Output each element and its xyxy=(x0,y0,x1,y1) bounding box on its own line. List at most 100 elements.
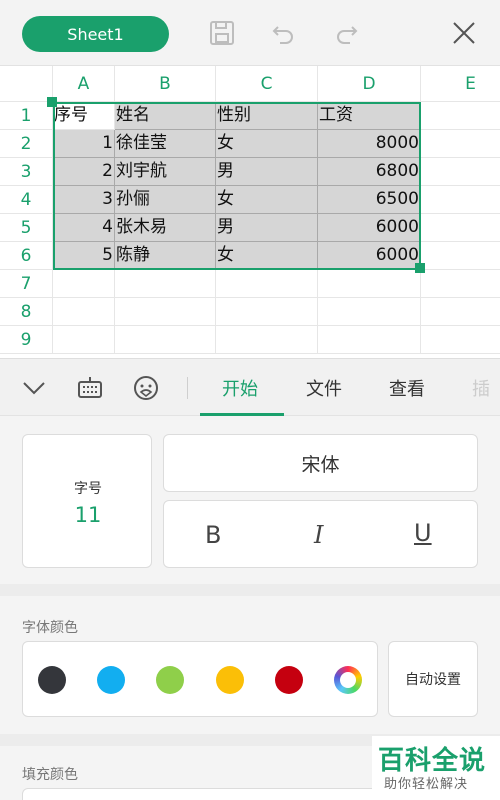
row-header[interactable]: 7 xyxy=(0,270,53,298)
cell-e7[interactable] xyxy=(421,270,500,298)
text-style-card: B I U xyxy=(163,500,478,568)
cell-d1[interactable]: 工资 xyxy=(318,102,421,130)
watermark-logo: 百科全说 助你轻松解决 xyxy=(372,736,500,800)
row-header[interactable]: 4 xyxy=(0,186,53,214)
cell-d2[interactable]: 8000 xyxy=(318,130,421,158)
row-header[interactable]: 1 xyxy=(0,102,53,130)
cell-a9[interactable] xyxy=(53,326,115,354)
auto-color-button[interactable]: 自动设置 xyxy=(388,641,478,717)
cell-c8[interactable] xyxy=(216,298,318,326)
font-color-title: 字体颜色 xyxy=(22,620,78,636)
undo-icon[interactable] xyxy=(268,17,300,49)
cell-b2[interactable]: 徐佳莹 xyxy=(115,130,216,158)
row-header[interactable]: 5 xyxy=(0,214,53,242)
color-swatch-green[interactable] xyxy=(156,666,184,694)
cell-d9[interactable] xyxy=(318,326,421,354)
column-header[interactable]: A xyxy=(53,66,115,102)
row-header[interactable]: 9 xyxy=(0,326,53,354)
top-bar: Sheet1 xyxy=(0,0,500,66)
collapse-chevron-icon[interactable] xyxy=(19,373,49,403)
cell-a8[interactable] xyxy=(53,298,115,326)
watermark-subtitle: 助你轻松解决 xyxy=(384,777,469,792)
column-header[interactable]: B xyxy=(115,66,216,102)
column-header[interactable]: D xyxy=(318,66,421,102)
save-icon[interactable] xyxy=(206,17,238,49)
color-swatch-yellow[interactable] xyxy=(216,666,244,694)
cell-e4[interactable] xyxy=(421,186,500,214)
cell-e2[interactable] xyxy=(421,130,500,158)
cell-c5[interactable]: 男 xyxy=(216,214,318,242)
column-header[interactable]: E xyxy=(421,66,500,102)
row-header[interactable]: 8 xyxy=(0,298,53,326)
font-size-value: 11 xyxy=(74,503,102,527)
cell-b6[interactable]: 陈静 xyxy=(115,242,216,270)
tab-file[interactable]: 文件 xyxy=(306,375,342,401)
cell-a2[interactable]: 1 xyxy=(53,130,115,158)
row-header[interactable]: 2 xyxy=(0,130,53,158)
cell-d4[interactable]: 6500 xyxy=(318,186,421,214)
bold-button[interactable]: B xyxy=(205,521,221,549)
auto-color-label: 自动设置 xyxy=(405,672,461,688)
cell-e3[interactable] xyxy=(421,158,500,186)
color-swatch-blue[interactable] xyxy=(97,666,125,694)
row-header[interactable]: 6 xyxy=(0,242,53,270)
italic-button[interactable]: I xyxy=(314,521,323,549)
tab-view[interactable]: 查看 xyxy=(389,375,425,401)
cell-d3[interactable]: 6800 xyxy=(318,158,421,186)
cell-a4[interactable]: 3 xyxy=(53,186,115,214)
cell-b3[interactable]: 刘宇航 xyxy=(115,158,216,186)
cell-b7[interactable] xyxy=(115,270,216,298)
cell-b8[interactable] xyxy=(115,298,216,326)
cell-b9[interactable] xyxy=(115,326,216,354)
font-color-card xyxy=(22,641,378,717)
cell-a3[interactable]: 2 xyxy=(53,158,115,186)
keyboard-icon[interactable] xyxy=(75,373,105,403)
cell-e8[interactable] xyxy=(421,298,500,326)
corner-cell[interactable] xyxy=(0,66,53,102)
emoji-icon[interactable] xyxy=(131,373,161,403)
cell-d5[interactable]: 6000 xyxy=(318,214,421,242)
cell-b1[interactable]: 姓名 xyxy=(115,102,216,130)
cell-a6[interactable]: 5 xyxy=(53,242,115,270)
cell-b4[interactable]: 孙俪 xyxy=(115,186,216,214)
section-separator xyxy=(0,584,500,596)
underline-button[interactable]: U xyxy=(414,519,432,547)
row-header[interactable]: 3 xyxy=(0,158,53,186)
sheet-name-button[interactable]: Sheet1 xyxy=(22,16,169,52)
cell-c2[interactable]: 女 xyxy=(216,130,318,158)
selection-handle-bottom-right[interactable] xyxy=(415,263,425,273)
font-name-selector[interactable]: 宋体 xyxy=(163,434,478,492)
cell-a5[interactable]: 4 xyxy=(53,214,115,242)
cell-a1[interactable]: 序号 xyxy=(53,102,115,130)
cell-e6[interactable] xyxy=(421,242,500,270)
cell-d6[interactable]: 6000 xyxy=(318,242,421,270)
cell-a7[interactable] xyxy=(53,270,115,298)
cell-d7[interactable] xyxy=(318,270,421,298)
cell-c6[interactable]: 女 xyxy=(216,242,318,270)
cell-e1[interactable] xyxy=(421,102,500,130)
color-swatch-red[interactable] xyxy=(275,666,303,694)
cell-e9[interactable] xyxy=(421,326,500,354)
redo-icon[interactable] xyxy=(330,17,362,49)
cell-c3[interactable]: 男 xyxy=(216,158,318,186)
cell-d8[interactable] xyxy=(318,298,421,326)
column-header[interactable]: C xyxy=(216,66,318,102)
color-swatch-black[interactable] xyxy=(38,666,66,694)
spreadsheet-grid[interactable]: A B C D E 1 2 3 4 5 6 7 8 9 序号 姓名 性别 工资 … xyxy=(0,66,500,358)
cell-c4[interactable]: 女 xyxy=(216,186,318,214)
font-name-label: 宋体 xyxy=(301,453,340,476)
tab-start[interactable]: 开始 xyxy=(222,375,258,401)
font-size-card[interactable]: 字号 11 xyxy=(22,434,152,568)
tab-insert[interactable]: 插 xyxy=(472,375,490,401)
font-size-label: 字号 xyxy=(74,481,102,497)
toolbar-divider xyxy=(187,377,188,399)
cell-c7[interactable] xyxy=(216,270,318,298)
fill-color-title: 填充颜色 xyxy=(22,767,78,783)
cell-b5[interactable]: 张木易 xyxy=(115,214,216,242)
cell-c9[interactable] xyxy=(216,326,318,354)
cell-c1[interactable]: 性别 xyxy=(216,102,318,130)
selection-handle-top-left[interactable] xyxy=(47,97,57,107)
close-icon[interactable] xyxy=(448,17,480,49)
color-wheel-icon[interactable] xyxy=(334,666,362,694)
cell-e5[interactable] xyxy=(421,214,500,242)
